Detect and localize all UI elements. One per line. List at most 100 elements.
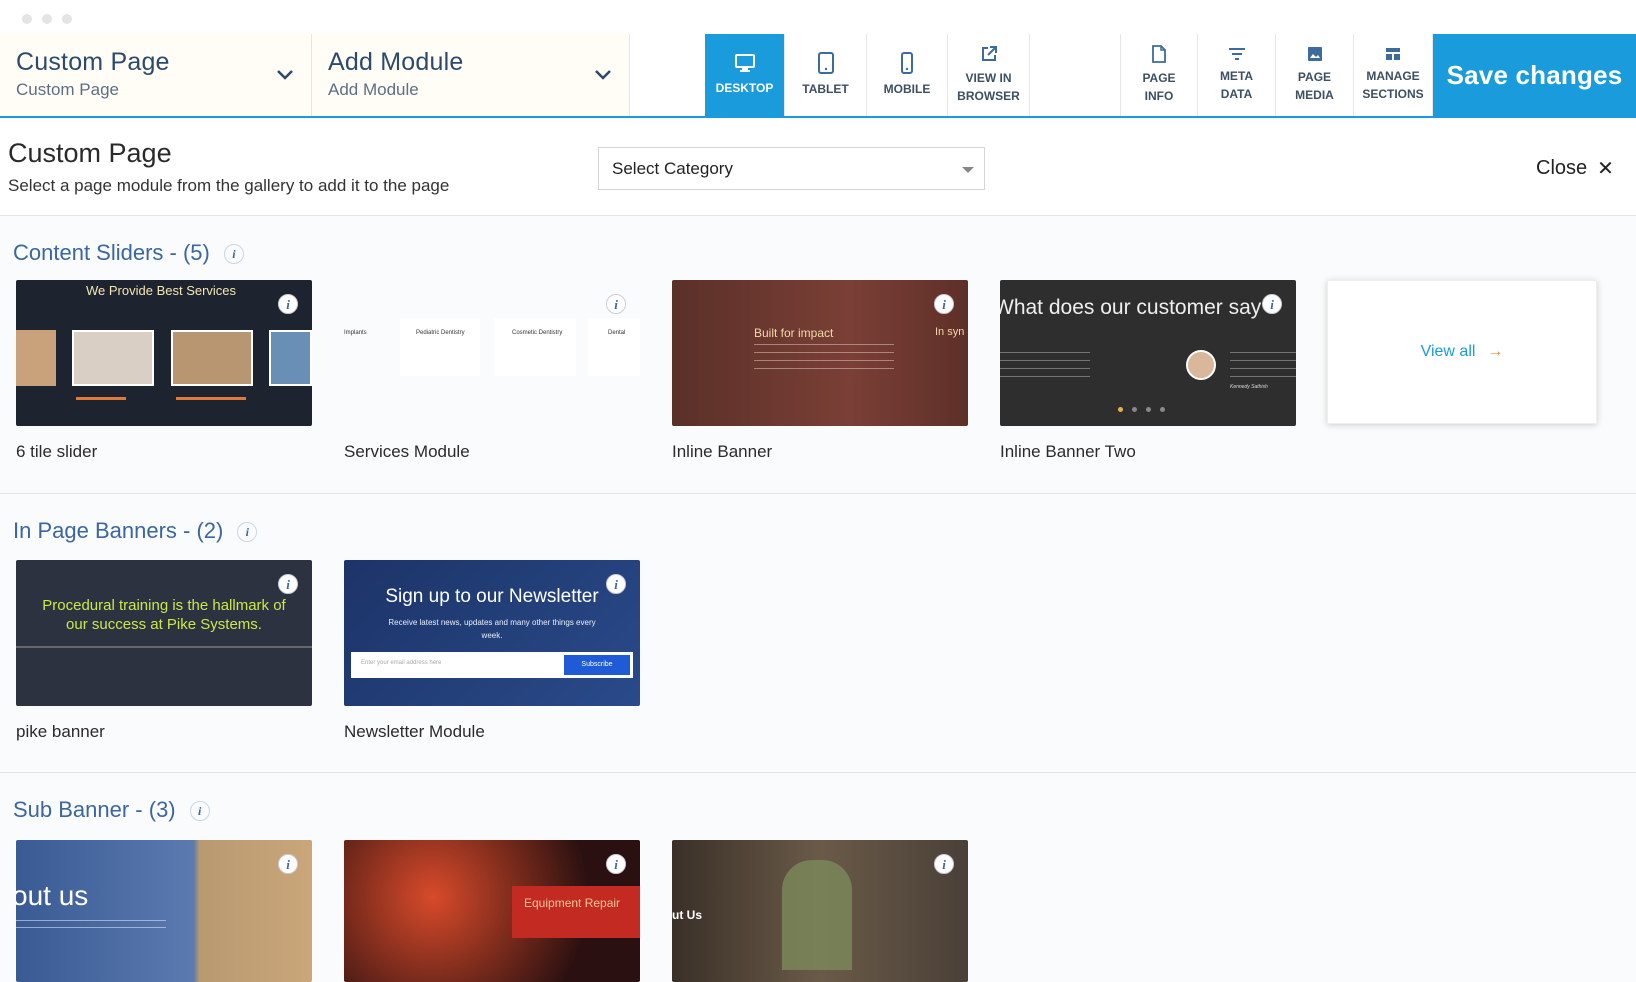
mobile-view-button[interactable]: MOBILE [867,34,948,116]
tile-image [269,330,312,386]
subscribe-button[interactable]: Subscribe [564,655,630,675]
info-icon[interactable]: i [934,294,954,314]
slider-dots [1118,407,1165,412]
card-heading: Procedural training is the hallmark of o… [42,597,286,633]
section-title: Content Sliders - (5) i [13,240,244,266]
module-card-inline-banner-two[interactable]: What does our customer say Kennedy Sathi… [1000,280,1296,426]
meta-data-label: META DATA [1219,69,1254,101]
tablet-label: TABLET [802,82,849,96]
page-info-button[interactable]: PAGE INFO [1120,34,1198,116]
card-label: pike banner [16,722,105,741]
input-placeholder: Enter your email address here [361,660,442,666]
service-tile: Dental [588,318,640,376]
tablet-view-button[interactable]: TABLET [785,34,867,116]
service-tile: Pediatric Dentistry [400,318,480,376]
slider-dot[interactable] [1160,407,1165,412]
info-icon[interactable]: i [1262,294,1282,314]
mobile-icon [901,52,913,74]
card-label: 6 tile slider [16,442,98,461]
tile-caption-bar [176,397,246,400]
info-icon[interactable]: i [606,574,626,594]
slider-dot[interactable] [1146,407,1151,412]
window-titlebar [0,0,1636,34]
text-lines [1000,352,1090,378]
caret-down-icon [962,167,974,173]
filter-icon [1228,48,1245,60]
manage-sections-label: MANAGE SECTIONS [1362,69,1424,101]
text-lines [754,344,894,374]
card-label: Inline Banner Two [1000,442,1136,461]
module-select-dropdown[interactable]: Add Module Add Module [312,34,630,116]
module-card-sub-banner-equipment[interactable]: Equipment Repair i [344,840,640,982]
module-card-sub-banner-about[interactable]: out us i [16,840,312,982]
info-icon[interactable]: i [278,574,298,594]
sections-icon [1386,48,1400,60]
info-icon[interactable]: i [223,244,244,265]
close-icon: ✕ [1597,158,1614,180]
info-icon[interactable]: i [606,294,626,314]
person-figure [782,860,852,970]
save-changes-button[interactable]: Save changes [1433,34,1636,116]
module-card-inline-banner[interactable]: Built for impact In syn i [672,280,968,426]
page-subtitle: Select a page module from the gallery to… [8,176,450,195]
page-info-label: PAGE INFO [1142,71,1176,103]
category-select[interactable]: Select Category [598,147,985,190]
service-item: Dental [608,330,626,336]
service-item: Pediatric Dentistry [416,330,465,336]
close-label: Close [1536,157,1588,179]
tablet-icon [817,52,834,74]
gallery-header: Custom Page Select a page module from th… [0,118,1636,216]
service-tile: Cosmetic Dentistry [494,318,576,376]
info-icon[interactable]: i [278,294,298,314]
info-icon[interactable]: i [189,801,210,822]
info-icon[interactable]: i [606,854,626,874]
section-title-text: Content Sliders - (5) [13,240,210,265]
slider-dot[interactable] [1118,407,1123,412]
service-item: Cosmetic Dentistry [512,330,563,336]
desktop-view-button[interactable]: DESKTOP [705,34,785,116]
banner-box: Equipment Repair [512,886,640,938]
close-button[interactable]: Close ✕ [1536,156,1614,181]
info-icon[interactable]: i [278,854,298,874]
view-in-browser-button[interactable]: VIEW IN BROWSER [948,34,1030,116]
card-label: Services Module [344,442,470,461]
page-media-label: PAGE MEDIA [1295,70,1334,102]
card-heading: Equipment Repair [524,896,621,910]
external-link-icon [981,46,997,61]
card-side-heading: In syn [935,326,965,338]
view-all-button[interactable]: View all → [1327,280,1597,424]
newsletter-email-input[interactable]: Enter your email address here Subscribe [351,652,633,678]
module-card-newsletter-module[interactable]: Sign up to our Newsletter Receive latest… [344,560,640,706]
slider-dot[interactable] [1132,407,1137,412]
page-select-dropdown[interactable]: Custom Page Custom Page [0,34,312,116]
info-icon[interactable]: i [237,522,258,543]
view-in-browser-label: VIEW IN BROWSER [957,71,1020,103]
card-subheading: Receive latest news, updates and many ot… [388,618,596,640]
section-title-text: In Page Banners - (2) [13,518,224,543]
meta-data-button[interactable]: META DATA [1198,34,1276,116]
module-select-subtitle: Add Module [328,80,419,99]
text-lines [16,920,166,934]
card-heading: out us [16,880,89,911]
page-select-title: Custom Page [16,48,170,76]
image-icon [1307,47,1322,61]
text-lines [1230,352,1296,378]
tile-caption-bar [76,397,126,400]
file-icon [1152,45,1166,63]
info-icon[interactable]: i [934,854,954,874]
manage-sections-button[interactable]: MANAGE SECTIONS [1354,34,1433,116]
card-label: Newsletter Module [344,722,485,741]
tile-image [171,330,253,386]
editor-toolbar: Custom Page Custom Page Add Module Add M… [0,34,1636,118]
card-label: Inline Banner [672,442,773,461]
module-card-sub-banner-about-two[interactable]: ut Us i [672,840,968,982]
module-card-6-tile-slider[interactable]: We Provide Best Services i [16,280,312,426]
card-heading: What does our customer say [1000,296,1262,319]
module-card-pike-banner[interactable]: Procedural training is the hallmark of o… [16,560,312,706]
page-media-button[interactable]: PAGE MEDIA [1276,34,1354,116]
module-card-services-module[interactable]: Implants Pediatric Dentistry Cosmetic De… [344,280,640,426]
section-title-text: Sub Banner - (3) [13,797,176,822]
service-item: Implants [344,330,367,336]
chevron-down-icon [595,70,611,80]
section-title: In Page Banners - (2) i [13,518,258,544]
